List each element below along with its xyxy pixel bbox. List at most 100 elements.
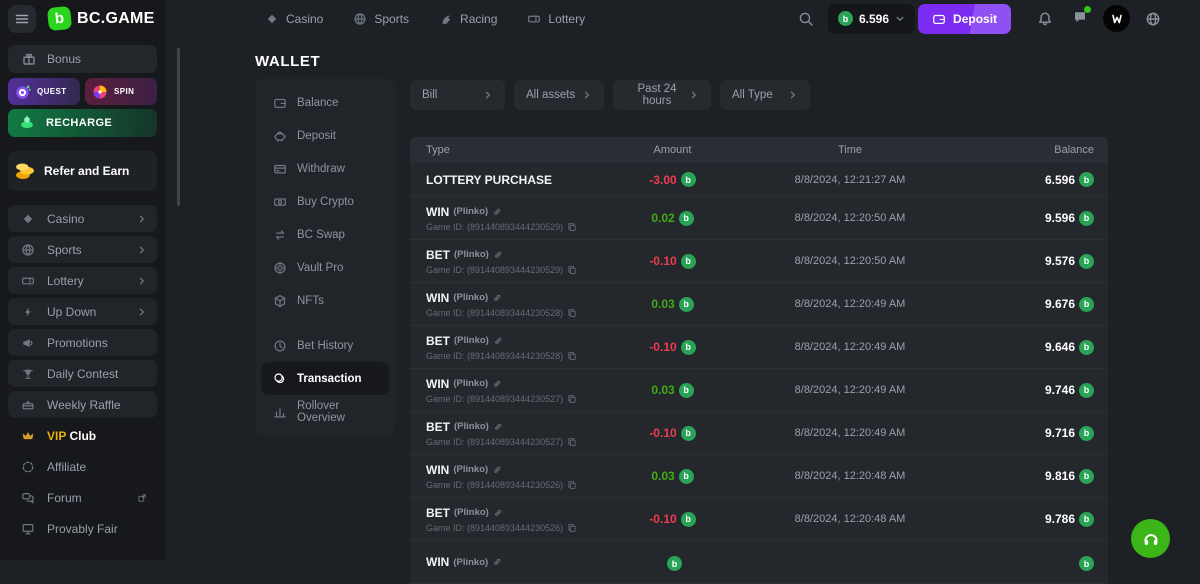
refer-and-earn-button[interactable]: Refer and Earn bbox=[8, 151, 157, 191]
casino-icon bbox=[21, 212, 35, 226]
link-icon[interactable] bbox=[492, 465, 502, 475]
sidebar-item-affiliate[interactable]: Affiliate bbox=[8, 453, 157, 480]
nav-casino[interactable]: Casino bbox=[265, 12, 323, 26]
chat-button[interactable] bbox=[1072, 9, 1088, 28]
balance-selector[interactable]: b 6.596 bbox=[828, 4, 915, 34]
copy-icon[interactable] bbox=[567, 480, 577, 490]
wallet-menu-item-buy-crypto[interactable]: Buy Crypto bbox=[261, 185, 389, 218]
nav-sports[interactable]: Sports bbox=[353, 12, 409, 26]
globe-icon[interactable] bbox=[1145, 11, 1161, 27]
copy-icon[interactable] bbox=[567, 222, 577, 232]
top-header: b BC.GAME Casino Sports Racing Lottery b 6.… bbox=[0, 0, 1200, 37]
copy-icon[interactable] bbox=[567, 308, 577, 318]
link-icon[interactable] bbox=[492, 379, 502, 389]
link-icon[interactable] bbox=[492, 293, 502, 303]
link-icon[interactable] bbox=[493, 422, 503, 432]
sidebar-item-daily-contest[interactable]: Daily Contest bbox=[8, 360, 157, 387]
sidebar-item-sports[interactable]: Sports bbox=[8, 236, 157, 263]
link-icon[interactable] bbox=[493, 250, 503, 260]
deposit-button[interactable]: Deposit bbox=[918, 4, 1011, 34]
copy-icon[interactable] bbox=[567, 265, 577, 275]
wallet-menu-item-bet-history[interactable]: Bet History bbox=[261, 329, 389, 362]
link-icon[interactable] bbox=[493, 508, 503, 518]
sidebar-item-up-down[interactable]: Up Down bbox=[8, 298, 157, 325]
avatar[interactable] bbox=[1103, 5, 1130, 32]
time-cell: 8/8/2024, 12:21:27 AM bbox=[795, 174, 906, 186]
copy-icon[interactable] bbox=[567, 394, 577, 404]
wallet-menu-item-balance[interactable]: Balance bbox=[261, 86, 389, 119]
sidebar-item-casino[interactable]: Casino bbox=[8, 205, 157, 232]
amount-cell: -0.10b bbox=[649, 340, 695, 355]
support-button[interactable] bbox=[1131, 519, 1170, 558]
wallet-menu-item-bc-swap[interactable]: BC Swap bbox=[261, 218, 389, 251]
bell-icon[interactable] bbox=[1037, 11, 1053, 27]
menu-button[interactable] bbox=[8, 5, 36, 33]
balance-value: 9.676 bbox=[1045, 297, 1075, 311]
wallet-menu-item-withdraw[interactable]: Withdraw bbox=[261, 152, 389, 185]
link-icon[interactable] bbox=[492, 557, 502, 567]
wallet-menu-item-deposit[interactable]: Deposit bbox=[261, 119, 389, 152]
quest-spin-row: QUEST SPIN bbox=[8, 78, 157, 105]
filter-past-24-hours[interactable]: Past 24 hours bbox=[613, 80, 711, 110]
sidebar-item-forum[interactable]: Forum bbox=[8, 484, 157, 511]
copy-icon[interactable] bbox=[567, 437, 577, 447]
game-id-text: Game ID: (891440893444230529) bbox=[426, 265, 563, 275]
balance-cell: 9.596b bbox=[1045, 211, 1108, 226]
bc-coin-icon: b bbox=[1079, 254, 1094, 269]
type-cell: BET(Plinko)Game ID: (891440893444230526) bbox=[410, 506, 610, 533]
table-row: WIN(Plinko)Game ID: (891440893444230528)… bbox=[410, 283, 1108, 326]
wallet-menu-item-transaction[interactable]: Transaction bbox=[261, 362, 389, 395]
sidebar-item-vip-club[interactable]: VIP Club bbox=[8, 422, 157, 449]
scrollbar-thumb[interactable] bbox=[177, 48, 180, 206]
wallet-menu-divider bbox=[261, 317, 389, 329]
nav-racing[interactable]: Racing bbox=[439, 12, 497, 26]
recharge-button[interactable]: RECHARGE bbox=[8, 109, 157, 137]
sidebar-item-bonus[interactable]: Bonus bbox=[8, 45, 157, 73]
sidebar-item-weekly-raffle[interactable]: Weekly Raffle bbox=[8, 391, 157, 418]
table-header-row: TypeAmountTimeBalance bbox=[410, 137, 1108, 163]
quest-button[interactable]: QUEST bbox=[8, 78, 80, 105]
swap-icon bbox=[273, 228, 287, 242]
game-id-text: Game ID: (891440893444230528) bbox=[426, 351, 563, 361]
type-cell: BET(Plinko)Game ID: (891440893444230527) bbox=[410, 420, 610, 447]
time-cell: 8/8/2024, 12:20:49 AM bbox=[795, 341, 906, 353]
sidebar-item-label: Sports bbox=[47, 243, 125, 257]
wallet-menu-item-rollover-overview[interactable]: Rollover Overview bbox=[261, 395, 389, 428]
table-row: BET(Plinko)Game ID: (891440893444230526)… bbox=[410, 498, 1108, 541]
raffle-icon bbox=[21, 398, 35, 412]
bc-coin-icon: b bbox=[679, 383, 694, 398]
wallet-menu-item-nfts[interactable]: NFTs bbox=[261, 284, 389, 317]
game-id: Game ID: (891440893444230528) bbox=[426, 351, 610, 361]
bc-coin-icon: b bbox=[667, 556, 682, 571]
logo[interactable]: b BC.GAME bbox=[48, 7, 155, 30]
vault-icon bbox=[273, 261, 287, 275]
sidebar-item-label: Weekly Raffle bbox=[47, 398, 147, 412]
amount-value: 0.03 bbox=[651, 469, 674, 483]
sidebar-item-provably-fair[interactable]: Provably Fair bbox=[8, 515, 157, 542]
filter-all-assets[interactable]: All assets bbox=[514, 80, 604, 110]
transaction-type: WIN bbox=[426, 463, 449, 477]
copy-icon[interactable] bbox=[567, 351, 577, 361]
filter-bill[interactable]: Bill bbox=[410, 80, 505, 110]
spin-label: SPIN bbox=[114, 87, 134, 96]
amount-cell: b bbox=[663, 553, 682, 572]
type-line: WIN(Plinko) bbox=[426, 377, 610, 391]
link-icon[interactable] bbox=[492, 207, 502, 217]
copy-icon[interactable] bbox=[567, 523, 577, 533]
nav-lottery[interactable]: Lottery bbox=[527, 12, 585, 26]
spin-button[interactable]: SPIN bbox=[85, 78, 157, 105]
wallet-menu-item-vault-pro[interactable]: Vault Pro bbox=[261, 251, 389, 284]
nav-label: Sports bbox=[374, 12, 409, 26]
link-icon[interactable] bbox=[493, 336, 503, 346]
nft-icon bbox=[273, 294, 287, 308]
amount-cell: 0.03b bbox=[651, 297, 693, 312]
search-icon[interactable] bbox=[798, 11, 814, 27]
transaction-type: WIN bbox=[426, 291, 449, 305]
sidebar-item-promotions[interactable]: Promotions bbox=[8, 329, 157, 356]
filter-all-type[interactable]: All Type bbox=[720, 80, 810, 110]
nav-label: Lottery bbox=[548, 12, 585, 26]
amount-cell: -0.10b bbox=[649, 254, 695, 269]
chevron-right-icon bbox=[689, 90, 699, 100]
game-id: Game ID: (891440893444230527) bbox=[426, 394, 610, 404]
sidebar-item-lottery[interactable]: Lottery bbox=[8, 267, 157, 294]
